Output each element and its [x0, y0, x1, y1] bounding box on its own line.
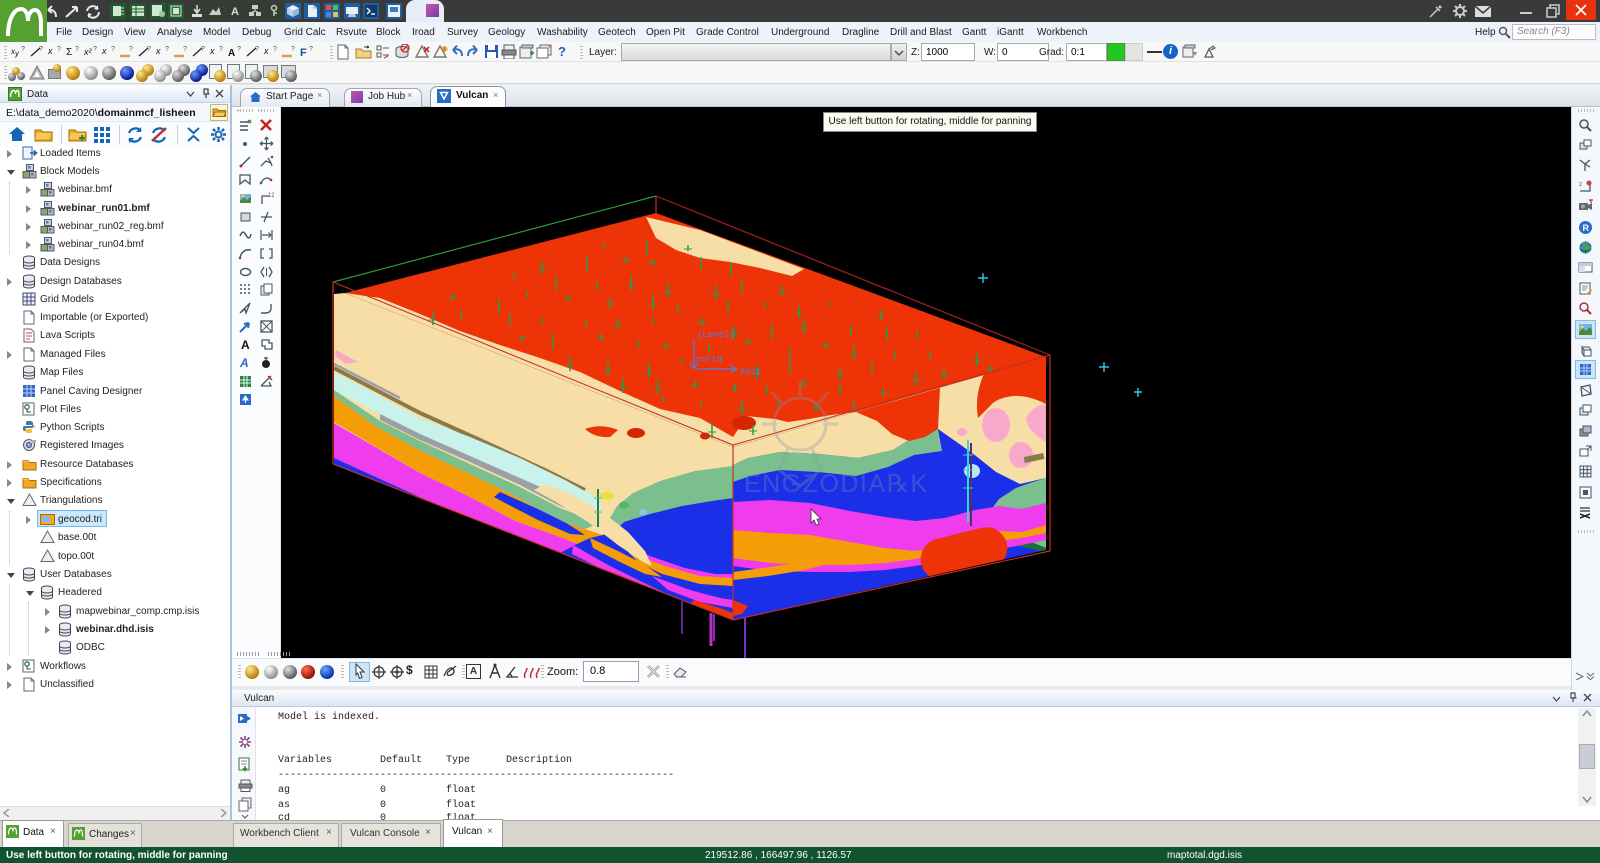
svg-text:?: ?	[219, 46, 223, 53]
svg-text:x: x	[209, 46, 215, 56]
svg-text:?: ?	[291, 46, 295, 53]
svg-text:?: ?	[183, 46, 187, 53]
svg-text:?: ?	[147, 46, 151, 53]
svg-text:?: ?	[255, 46, 259, 53]
svg-text:R: R	[1583, 223, 1590, 233]
svg-text:?: ?	[93, 46, 97, 53]
svg-text:A: A	[228, 48, 235, 59]
svg-text:F: F	[300, 47, 307, 59]
svg-text:?: ?	[165, 46, 169, 53]
svg-text:ENGΖODIA℞K: ENGΖODIA℞K	[744, 470, 929, 498]
svg-text:x: x	[263, 46, 269, 56]
svg-text:?: ?	[309, 46, 313, 53]
svg-text:?: ?	[129, 46, 133, 53]
svg-text:north: north	[695, 355, 722, 365]
svg-text:12: 12	[268, 193, 274, 199]
svg-text:?: ?	[75, 46, 79, 53]
svg-text:x²: x²	[83, 47, 93, 57]
svg-text:?: ?	[273, 46, 277, 53]
svg-text:Σ: Σ	[66, 47, 72, 58]
svg-text:x: x	[101, 46, 107, 56]
svg-text:?: ?	[39, 46, 43, 53]
svg-text:?: ?	[21, 46, 25, 53]
svg-text:east: east	[740, 367, 762, 377]
svg-text:?: ?	[237, 46, 241, 53]
svg-text:A: A	[231, 6, 239, 18]
svg-text:?: ?	[57, 46, 61, 53]
svg-text:A: A	[239, 356, 249, 370]
svg-text:A: A	[241, 338, 250, 352]
svg-text:xy: xy	[11, 47, 20, 58]
svg-text:?: ?	[201, 46, 205, 53]
svg-text:z: z	[1579, 182, 1582, 188]
svg-text:x: x	[47, 46, 53, 56]
svg-text:x: x	[155, 46, 161, 56]
svg-text:[Level]: [Level]	[697, 330, 735, 340]
svg-text:?: ?	[111, 46, 115, 53]
